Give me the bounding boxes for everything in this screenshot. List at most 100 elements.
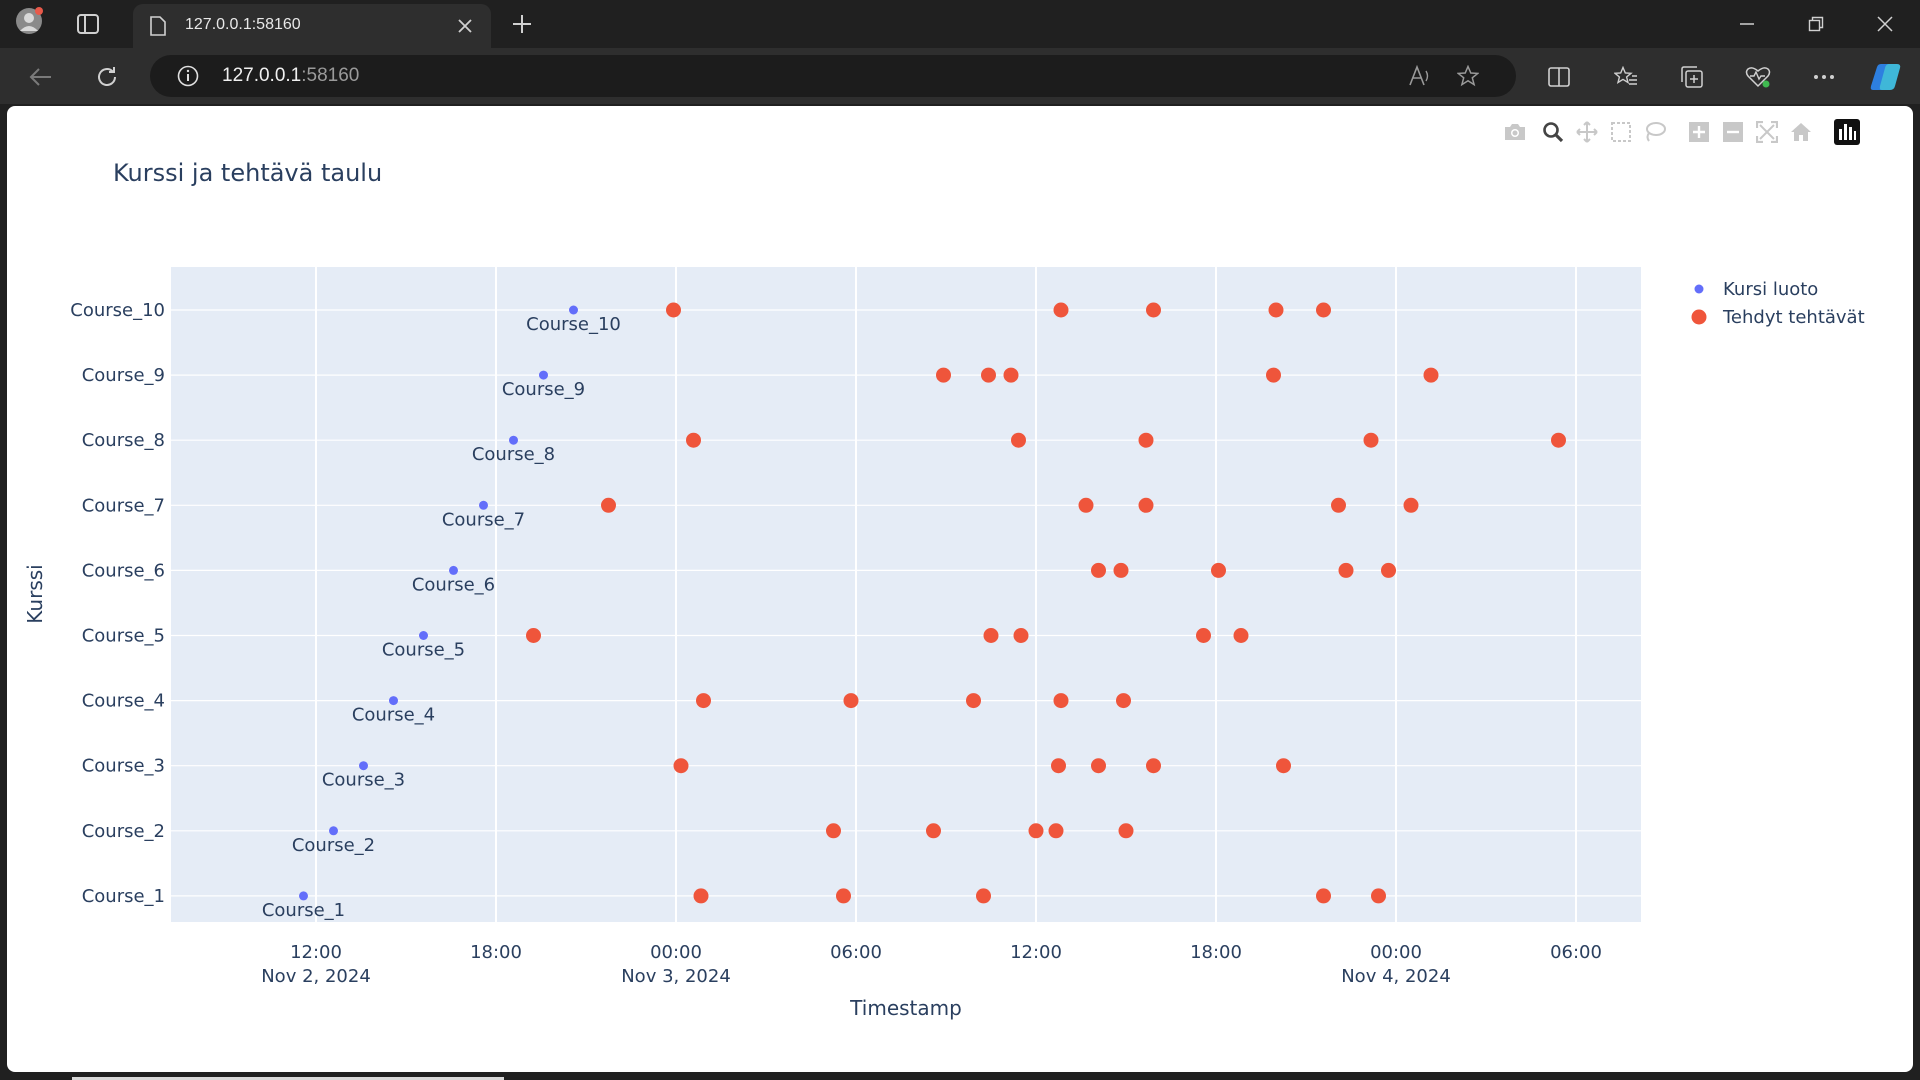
done-point[interactable] [1268, 302, 1284, 318]
legend-label-kursi-luoto[interactable]: Kursi luoto [1723, 279, 1818, 300]
done-point[interactable] [1363, 432, 1379, 448]
done-point[interactable] [1138, 432, 1154, 448]
created-point-label: Course_9 [502, 379, 585, 400]
done-point[interactable] [1276, 758, 1291, 774]
done-point[interactable] [1211, 562, 1226, 578]
legend-marker-tehdyt-tehtavat[interactable] [1691, 309, 1707, 325]
copilot-icon[interactable] [1869, 60, 1903, 94]
done-point[interactable] [1371, 888, 1386, 904]
done-point[interactable] [1381, 562, 1396, 578]
created-point-label: Course_7 [442, 509, 525, 530]
done-point[interactable] [1048, 823, 1064, 839]
done-point[interactable] [1013, 628, 1029, 643]
info-icon[interactable] [176, 64, 200, 88]
done-point[interactable] [1403, 497, 1419, 513]
done-point[interactable] [1116, 693, 1131, 709]
y-tick-label: Course_5 [82, 626, 165, 647]
zoom-icon[interactable] [1539, 118, 1567, 146]
pan-icon[interactable] [1573, 118, 1601, 146]
legend-marker-kursi-luoto[interactable] [1694, 284, 1704, 294]
x-axis-label: Timestamp [849, 996, 962, 1020]
address-bar[interactable]: 127.0.0.1:58160 [150, 55, 1516, 97]
autoscale-icon[interactable] [1753, 118, 1781, 146]
done-point[interactable] [936, 367, 951, 383]
x-axis-ticks: 12:00 Nov 2, 2024 18:00 00:00 Nov 3, 2024 06:… [261, 942, 1602, 987]
profile-avatar-icon[interactable] [14, 6, 44, 36]
done-point[interactable] [526, 628, 541, 643]
tab-active[interactable]: 127.0.0.1:58160 [133, 4, 491, 48]
done-point[interactable] [1051, 758, 1066, 774]
more-icon[interactable] [1811, 64, 1837, 90]
browser-window: 127.0.0.1:58160 127.0.0.1:58160 12:00 No… [0, 0, 1920, 1080]
legend-label-tehdyt-tehtavat[interactable]: Tehdyt tehtävät [1722, 307, 1865, 328]
x-tick-label: 00:00 [1370, 942, 1422, 963]
done-point[interactable] [693, 888, 709, 904]
done-point[interactable] [1118, 823, 1134, 839]
reload-icon[interactable] [94, 64, 120, 90]
done-point[interactable] [926, 823, 941, 839]
created-point-label: Course_1 [262, 900, 345, 921]
done-point[interactable] [826, 823, 841, 839]
minimize-icon[interactable] [1735, 12, 1759, 36]
done-point[interactable] [1091, 758, 1106, 774]
plus-icon[interactable] [510, 12, 534, 36]
done-point[interactable] [983, 628, 999, 643]
x-tick-label: 00:00 [650, 942, 702, 963]
done-point[interactable] [1233, 628, 1249, 643]
reset-axes-icon[interactable] [1787, 118, 1815, 146]
camera-icon[interactable] [1501, 118, 1529, 146]
done-point[interactable] [1053, 302, 1069, 318]
done-point[interactable] [673, 758, 689, 774]
done-point[interactable] [1011, 432, 1026, 448]
box-select-icon[interactable] [1607, 118, 1635, 146]
done-point[interactable] [1331, 497, 1346, 513]
close-icon[interactable] [455, 16, 475, 36]
done-point[interactable] [1146, 302, 1161, 318]
done-point[interactable] [1028, 823, 1044, 839]
tab-actions-icon[interactable] [76, 12, 100, 36]
browser-essentials-icon[interactable] [1745, 64, 1771, 90]
collections-icon[interactable] [1679, 64, 1705, 90]
done-point[interactable] [1003, 367, 1019, 383]
window-close-icon[interactable] [1873, 12, 1897, 36]
done-point[interactable] [666, 302, 681, 318]
done-point[interactable] [1113, 562, 1129, 578]
plot-area[interactable] [171, 267, 1641, 922]
star-icon[interactable] [1456, 64, 1480, 88]
done-point[interactable] [1196, 628, 1211, 643]
done-point[interactable] [976, 888, 991, 904]
done-point[interactable] [1053, 693, 1069, 709]
legend: Kursi luoto Tehdyt tehtävät [1691, 279, 1865, 328]
url-text[interactable]: 127.0.0.1:58160 [222, 65, 359, 87]
read-aloud-icon[interactable] [1408, 64, 1432, 88]
done-point[interactable] [1423, 367, 1439, 383]
done-point[interactable] [1091, 562, 1106, 578]
done-point[interactable] [601, 497, 616, 513]
done-point[interactable] [1146, 758, 1161, 774]
done-point[interactable] [966, 693, 981, 709]
back-arrow-icon[interactable] [28, 64, 54, 90]
done-point[interactable] [1078, 497, 1094, 513]
done-point[interactable] [1551, 432, 1566, 448]
done-point[interactable] [1316, 888, 1331, 904]
favorites-icon[interactable] [1613, 64, 1639, 90]
done-point[interactable] [836, 888, 851, 904]
zoom-out-icon[interactable] [1719, 118, 1747, 146]
zoom-in-icon[interactable] [1685, 118, 1713, 146]
url-port: :58160 [301, 65, 360, 86]
done-point[interactable] [981, 367, 996, 383]
done-point[interactable] [1338, 562, 1354, 578]
done-point[interactable] [696, 693, 711, 709]
done-point[interactable] [1316, 302, 1331, 318]
lasso-icon[interactable] [1641, 118, 1669, 146]
done-point[interactable] [1138, 497, 1154, 513]
restore-icon[interactable] [1804, 12, 1828, 36]
chart-title: Kurssi ja tehtävä taulu [113, 159, 382, 187]
done-point[interactable] [686, 432, 701, 448]
tab-strip: 127.0.0.1:58160 [0, 0, 1920, 48]
split-screen-icon[interactable] [1546, 64, 1572, 90]
x-tick-date-label: Nov 4, 2024 [1341, 966, 1451, 987]
done-point[interactable] [1266, 367, 1281, 383]
done-point[interactable] [843, 693, 859, 709]
plotly-logo-icon[interactable] [1833, 118, 1861, 146]
